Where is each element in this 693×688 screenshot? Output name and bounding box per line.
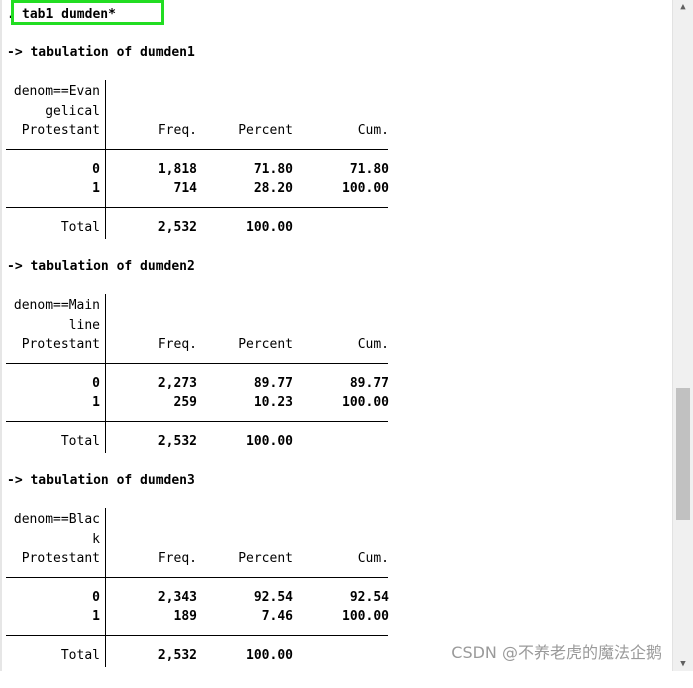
row-cum: 100.00: [342, 395, 389, 410]
table-divider-horizontal: [6, 149, 388, 150]
row-cum: 100.00: [342, 609, 389, 624]
row-freq: 714: [173, 181, 197, 196]
frequency-table: denom==Evan gelical Protestant Freq. Per…: [0, 80, 400, 260]
row-percent: 89.77: [253, 376, 293, 391]
col-header-cum: Cum.: [357, 123, 389, 138]
row-label-line: denom==Evan: [13, 84, 100, 99]
results-pane[interactable]: . tab1 dumden* -> tabulation of dumden1 …: [0, 0, 672, 671]
row-cum: 100.00: [342, 181, 389, 196]
table-divider-horizontal: [6, 207, 388, 208]
total-freq: 2,532: [157, 434, 197, 449]
row-label-line: line: [68, 318, 100, 333]
total-percent: 100.00: [246, 648, 293, 663]
total-label: Total: [60, 220, 100, 235]
col-header-freq: Freq.: [157, 337, 197, 352]
row-percent: 28.20: [253, 181, 293, 196]
row-cum: 71.80: [349, 162, 389, 177]
row-freq: 2,273: [157, 376, 197, 391]
total-label: Total: [60, 434, 100, 449]
col-header-cum: Cum.: [357, 551, 389, 566]
table-divider-horizontal: [6, 577, 388, 578]
row-percent: 92.54: [253, 590, 293, 605]
table-divider-horizontal: [6, 363, 388, 364]
total-percent: 100.00: [246, 220, 293, 235]
chevron-up-icon[interactable]: ▲: [677, 1, 689, 13]
row-label-line: Protestant: [21, 123, 100, 138]
watermark-text: CSDN @不养老虎的魔法企鹅: [451, 643, 662, 662]
row-cum: 92.54: [349, 590, 389, 605]
row-freq: 189: [173, 609, 197, 624]
row-value: 1: [92, 395, 100, 410]
row-percent: 7.46: [261, 609, 293, 624]
row-value: 0: [92, 376, 100, 391]
row-label-line: Protestant: [21, 551, 100, 566]
table-heading: -> tabulation of dumden2: [7, 259, 195, 274]
col-header-freq: Freq.: [157, 123, 197, 138]
table-divider-vertical: [105, 508, 106, 667]
table-heading: -> tabulation of dumden3: [7, 473, 195, 488]
total-percent: 100.00: [246, 434, 293, 449]
table-heading: -> tabulation of dumden1: [7, 45, 195, 60]
row-label-line: gelical: [45, 104, 100, 119]
col-header-percent: Percent: [238, 123, 293, 138]
table-divider-horizontal: [6, 635, 388, 636]
col-header-cum: Cum.: [357, 337, 389, 352]
results-window: . tab1 dumden* -> tabulation of dumden1 …: [0, 0, 693, 671]
total-freq: 2,532: [157, 220, 197, 235]
col-header-freq: Freq.: [157, 551, 197, 566]
row-value: 1: [92, 181, 100, 196]
col-header-percent: Percent: [238, 337, 293, 352]
row-label-line: denom==Blac: [13, 512, 100, 527]
row-freq: 1,818: [157, 162, 197, 177]
scrollbar-thumb[interactable]: [676, 388, 690, 520]
table-divider-horizontal: [6, 421, 388, 422]
table-divider-vertical: [105, 80, 106, 239]
row-percent: 71.80: [253, 162, 293, 177]
table-divider-vertical: [105, 294, 106, 453]
col-header-percent: Percent: [238, 551, 293, 566]
row-label-line: k: [92, 532, 100, 547]
row-cum: 89.77: [349, 376, 389, 391]
frequency-table: denom==Blac k Protestant Freq. Percent C…: [0, 508, 400, 688]
row-value: 1: [92, 609, 100, 624]
row-label-line: denom==Main: [13, 298, 100, 313]
chevron-down-icon[interactable]: ▼: [677, 658, 689, 670]
vertical-scrollbar[interactable]: ▲ ▼: [672, 0, 693, 671]
row-value: 0: [92, 162, 100, 177]
row-label-line: Protestant: [21, 337, 100, 352]
row-freq: 2,343: [157, 590, 197, 605]
command-text: tab1 dumden*: [22, 7, 116, 22]
total-label: Total: [60, 648, 100, 663]
row-freq: 259: [173, 395, 197, 410]
total-freq: 2,532: [157, 648, 197, 663]
row-value: 0: [92, 590, 100, 605]
row-percent: 10.23: [253, 395, 293, 410]
frequency-table: denom==Main line Protestant Freq. Percen…: [0, 294, 400, 474]
